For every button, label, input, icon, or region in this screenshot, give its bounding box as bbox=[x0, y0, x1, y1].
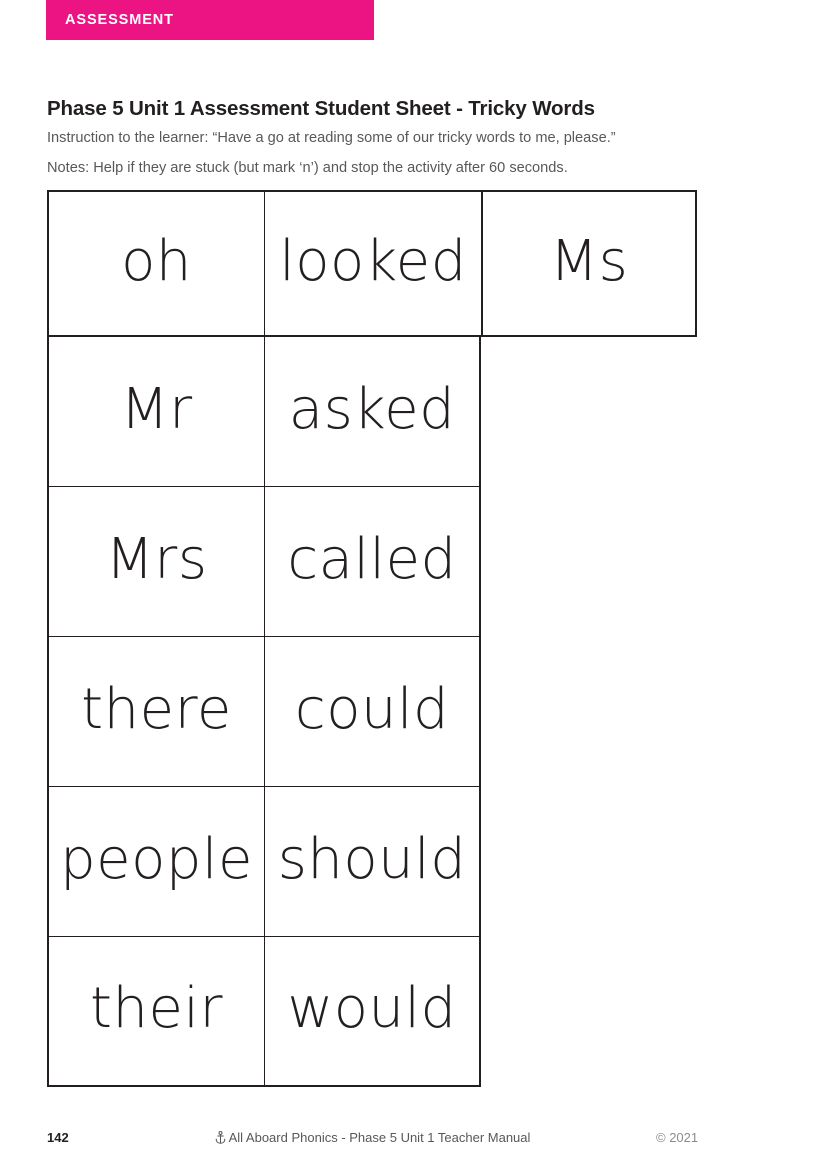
table-row: oh looked Ms bbox=[47, 190, 697, 337]
word-label: looked bbox=[279, 228, 467, 294]
word-cell: looked bbox=[264, 190, 481, 337]
notes-text: Notes: Help if they are stuck (but mark … bbox=[47, 160, 568, 176]
word-label: people bbox=[60, 826, 253, 892]
word-label: Mr bbox=[120, 376, 193, 442]
word-cell: could bbox=[264, 637, 481, 787]
table-row: Mr asked bbox=[47, 337, 697, 487]
word-cell: Mr bbox=[47, 337, 264, 487]
table-row: their would bbox=[47, 937, 697, 1087]
word-cell: their bbox=[47, 937, 264, 1087]
word-cell: would bbox=[264, 937, 481, 1087]
word-cell: should bbox=[264, 787, 481, 937]
tricky-words-grid: oh looked Ms Mr asked Mrs called there c… bbox=[47, 190, 697, 1087]
assessment-banner-label: ASSESSMENT bbox=[65, 12, 174, 28]
word-label: oh bbox=[121, 228, 192, 294]
word-cell: asked bbox=[264, 337, 481, 487]
word-cell: Mrs bbox=[47, 487, 264, 637]
footer-caption-label: All Aboard Phonics - Phase 5 Unit 1 Teac… bbox=[228, 1130, 531, 1145]
table-row: there could bbox=[47, 637, 697, 787]
word-label: should bbox=[277, 826, 467, 892]
word-label: would bbox=[287, 976, 457, 1041]
instruction-text: Instruction to the learner: “Have a go a… bbox=[47, 130, 616, 146]
word-label: could bbox=[294, 676, 450, 742]
word-cell: oh bbox=[47, 190, 264, 337]
page-title: Phase 5 Unit 1 Assessment Student Sheet … bbox=[47, 97, 595, 120]
word-cell: Ms bbox=[481, 190, 697, 337]
word-cell: called bbox=[264, 487, 481, 637]
word-cell: there bbox=[47, 637, 264, 787]
table-row: people should bbox=[47, 787, 697, 937]
word-label: asked bbox=[288, 376, 456, 442]
word-cell: people bbox=[47, 787, 264, 937]
word-label: called bbox=[287, 526, 457, 592]
copyright-label: © 2021 bbox=[656, 1130, 699, 1145]
word-label: Ms bbox=[549, 228, 629, 294]
table-row: Mrs called bbox=[47, 487, 697, 637]
word-label: their bbox=[90, 976, 223, 1041]
footer-caption: All Aboard Phonics - Phase 5 Unit 1 Teac… bbox=[0, 1130, 745, 1147]
anchor-icon bbox=[215, 1131, 226, 1147]
assessment-banner: ASSESSMENT bbox=[46, 0, 374, 40]
word-label: there bbox=[81, 676, 232, 742]
word-label: Mrs bbox=[105, 526, 208, 592]
